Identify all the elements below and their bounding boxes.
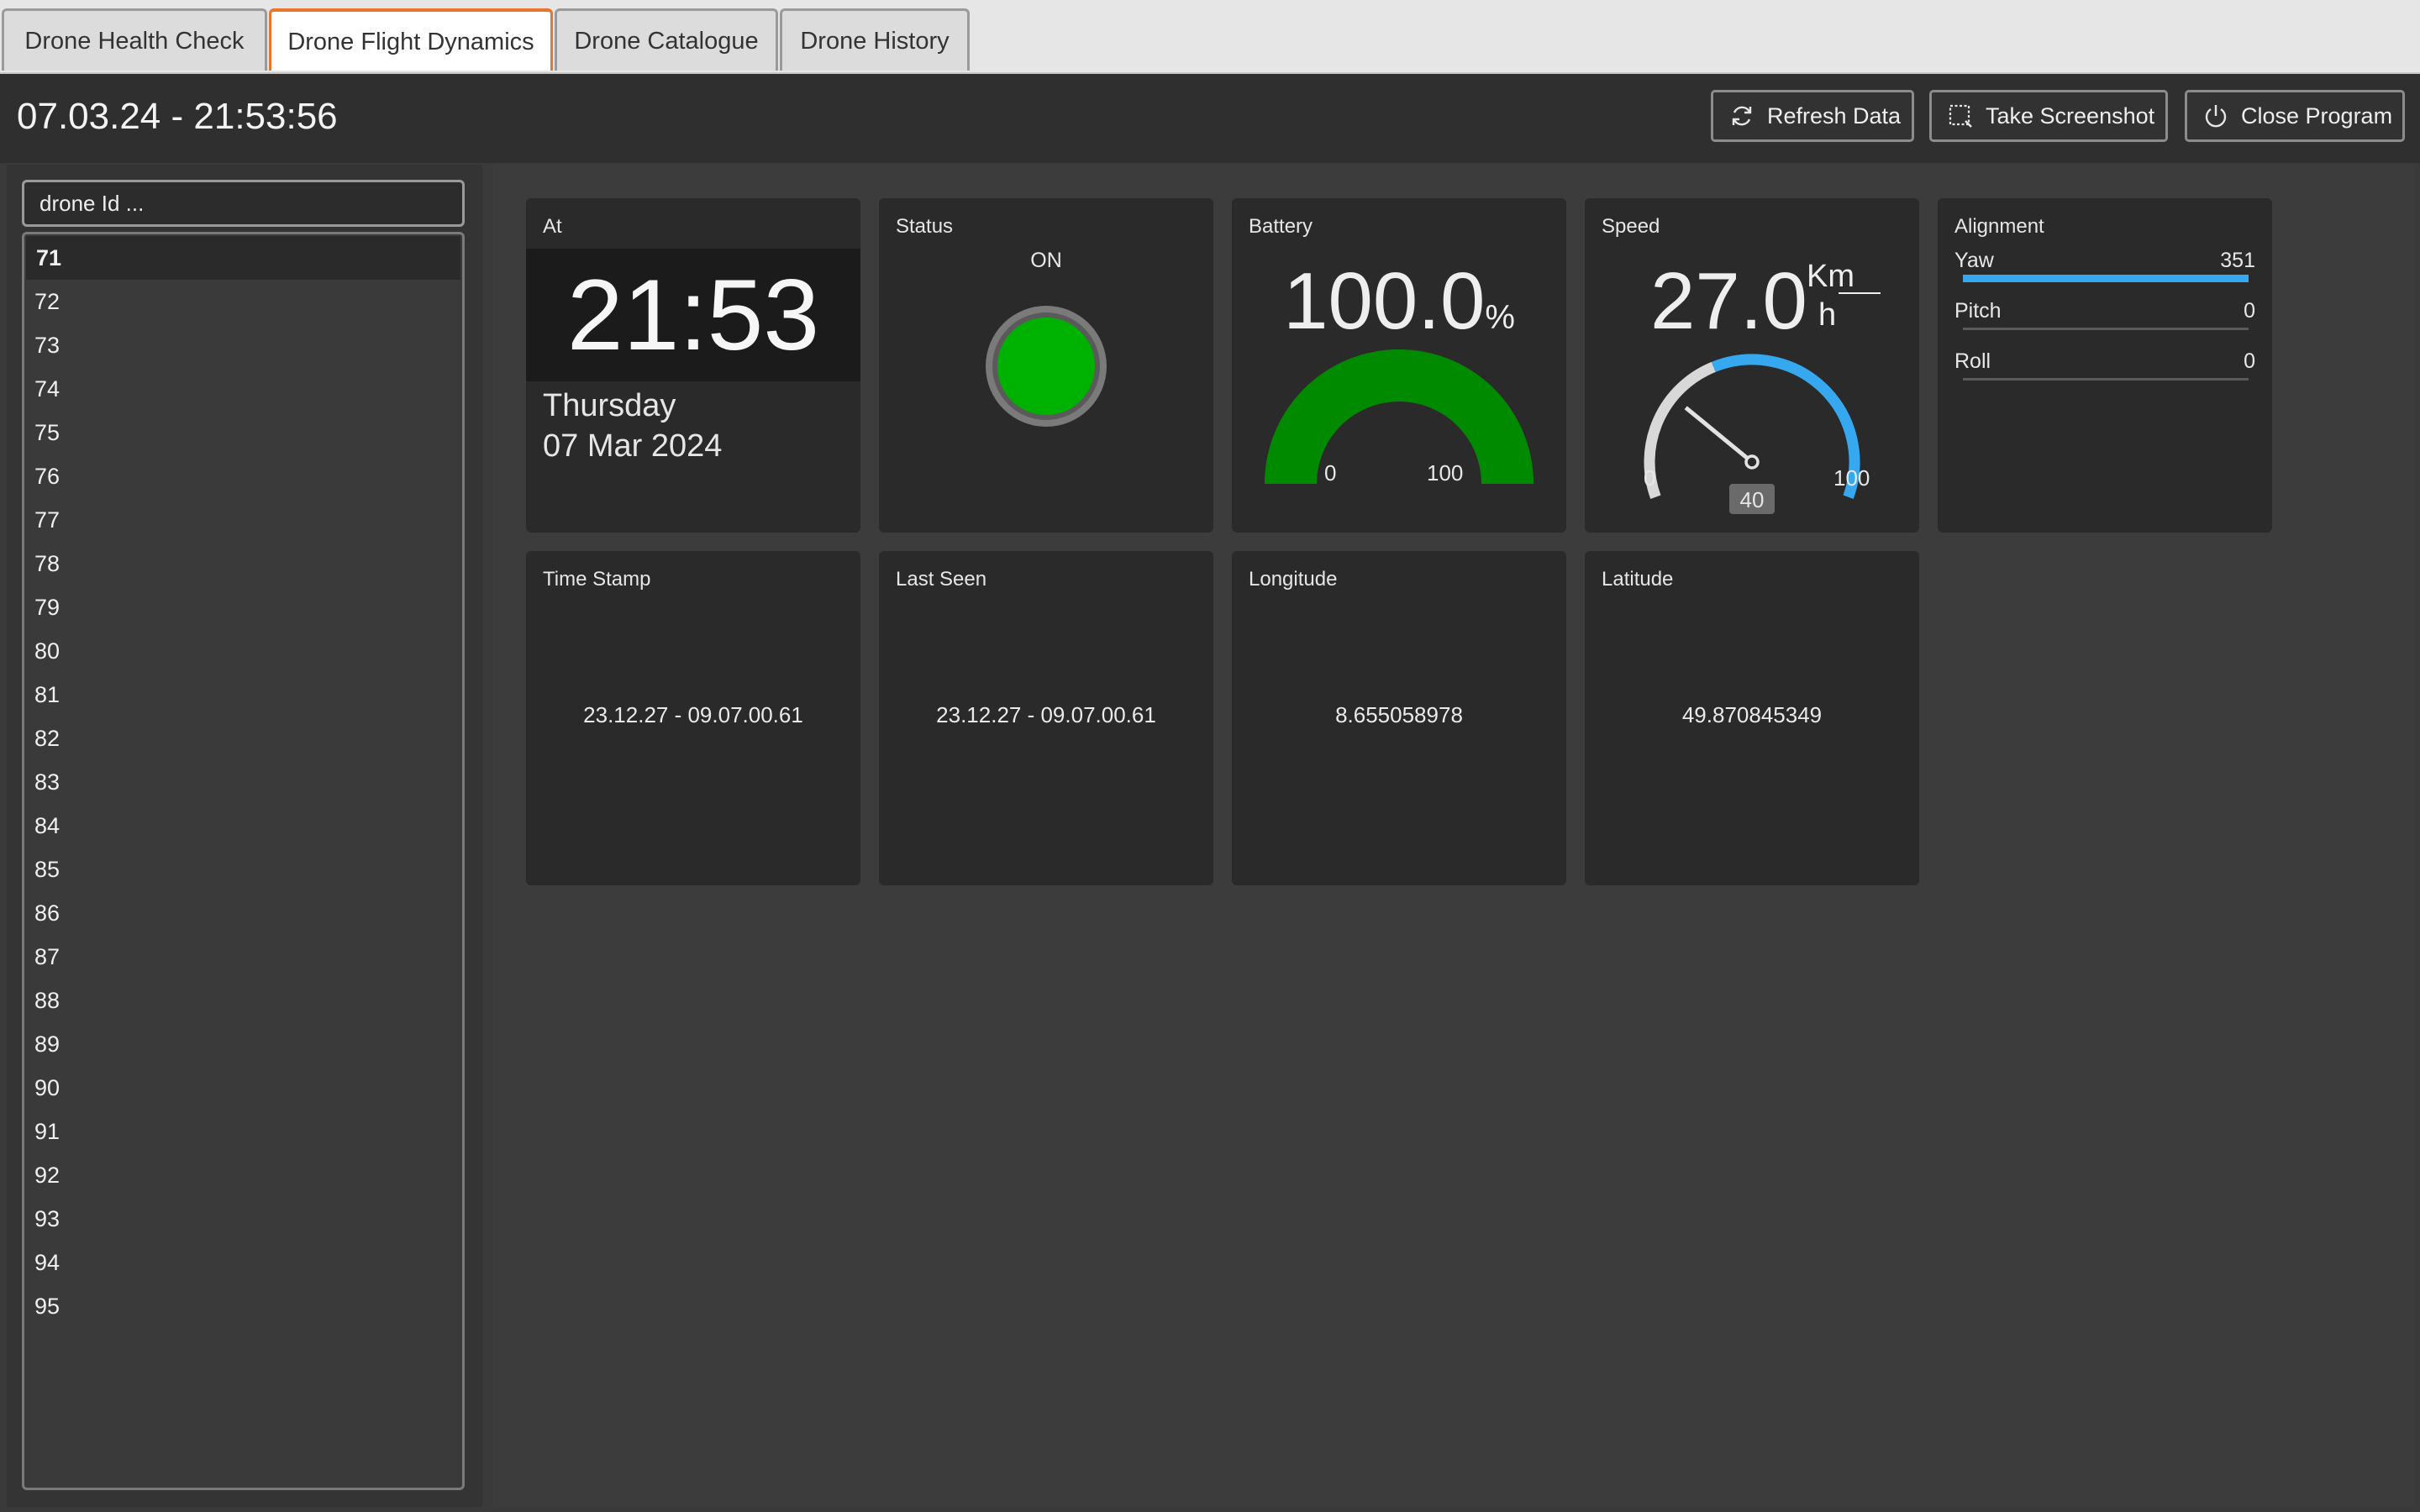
drone-list-item[interactable]: 78: [24, 542, 462, 585]
status-led-icon: [986, 306, 1107, 427]
longitude-value: 8.655058978: [1335, 702, 1463, 727]
drone-list-item[interactable]: 72: [24, 280, 462, 323]
pitch-label: Pitch: [1954, 299, 2002, 323]
timestamp-tile: Time Stamp 23.12.27 - 09.07.00.61: [526, 551, 860, 885]
tab-bar: Drone Health Check Drone Flight Dynamics…: [0, 0, 2420, 74]
drone-list-item[interactable]: 77: [24, 498, 462, 542]
take-screenshot-label: Take Screenshot: [1986, 103, 2155, 129]
status-value: ON: [1030, 249, 1062, 272]
drone-list-item[interactable]: 87: [24, 935, 462, 979]
drone-list-item[interactable]: 90: [24, 1066, 462, 1110]
refresh-icon: [1732, 106, 1752, 126]
yaw-bar-track: [1963, 275, 2249, 282]
pitch-bar-track: [1963, 328, 2249, 330]
speed-threshold-label: 40: [1739, 487, 1765, 512]
roll-value: 0: [2244, 349, 2255, 373]
tab-drone-catalogue[interactable]: Drone Catalogue: [555, 8, 778, 71]
at-tile: At 21:53 Thursday 07 Mar 2024: [526, 198, 860, 533]
drone-id-search-input[interactable]: drone Id ...: [22, 180, 465, 227]
timestamp-value: 23.12.27 - 09.07.00.61: [583, 702, 803, 727]
longitude-title: Longitude: [1249, 568, 1338, 591]
speed-min-label: 0: [1644, 465, 1656, 491]
roll-label: Roll: [1954, 349, 1991, 373]
refresh-data-label: Refresh Data: [1767, 103, 1902, 129]
battery-max-label: 100: [1427, 460, 1464, 486]
clock-time: 21:53: [566, 259, 820, 371]
refresh-data-button[interactable]: Refresh Data: [1711, 90, 1914, 142]
tab-drone-flight-dynamics[interactable]: Drone Flight Dynamics: [269, 8, 553, 71]
drone-list-panel: drone Id ... 71 72 73 74 75 76 77 78 79 80 81 82 83 8…: [7, 165, 482, 1507]
longitude-tile: Longitude 8.655058978: [1232, 551, 1566, 885]
drone-list-item[interactable]: 71: [26, 236, 460, 280]
yaw-value: 351: [2220, 249, 2255, 272]
latitude-title: Latitude: [1602, 568, 1674, 591]
last-seen-tile: Last Seen 23.12.27 - 09.07.00.61: [879, 551, 1213, 885]
flight-dynamics-dashboard: At 21:53 Thursday 07 Mar 2024 Status ON …: [492, 165, 2415, 1507]
speed-max-label: 100: [1833, 465, 1870, 491]
take-screenshot-button[interactable]: Take Screenshot: [1929, 90, 2168, 142]
drone-list-item[interactable]: 89: [24, 1022, 462, 1066]
roll-bar-track: [1963, 378, 2249, 381]
drone-list-item[interactable]: 85: [24, 848, 462, 891]
drone-list-item[interactable]: 93: [24, 1197, 462, 1241]
drone-list-item[interactable]: 81: [24, 673, 462, 717]
clock-day: Thursday: [543, 388, 676, 423]
drone-list-item[interactable]: 84: [24, 804, 462, 848]
yaw-label: Yaw: [1954, 249, 1994, 272]
drone-list-item[interactable]: 75: [24, 411, 462, 454]
power-icon: [2205, 105, 2227, 128]
drone-list-item[interactable]: 92: [24, 1153, 462, 1197]
drone-list-item[interactable]: 73: [24, 323, 462, 367]
alignment-title: Alignment: [1954, 215, 2044, 238]
clock-display: 21:53: [526, 249, 860, 381]
drone-list-item[interactable]: 80: [24, 629, 462, 673]
drone-list-item[interactable]: 88: [24, 979, 462, 1022]
screenshot-selection-icon: [1949, 104, 1972, 128]
current-datetime: 07.03.24 - 21:53:56: [17, 96, 338, 137]
drone-list-item[interactable]: 91: [24, 1110, 462, 1153]
last-seen-value: 23.12.27 - 09.07.00.61: [936, 702, 1156, 727]
clock-date: 07 Mar 2024: [543, 428, 723, 464]
drone-list-item[interactable]: 94: [24, 1241, 462, 1284]
drone-id-list[interactable]: 71 72 73 74 75 76 77 78 79 80 81 82 83 84 85 86 87 88 89 90…: [22, 232, 465, 1490]
status-tile: Status ON: [879, 198, 1213, 533]
latitude-tile: Latitude 49.870845349: [1585, 551, 1919, 885]
drone-list-item[interactable]: 79: [24, 585, 462, 629]
yaw-bar-fill: [1963, 275, 2249, 282]
tab-drone-history[interactable]: Drone History: [780, 8, 970, 71]
drone-list-item[interactable]: 86: [24, 891, 462, 935]
drone-list-item[interactable]: 95: [24, 1284, 462, 1328]
alignment-tile: Alignment Yaw 351 Pitch 0 Roll 0: [1938, 198, 2272, 533]
drone-list-item[interactable]: 74: [24, 367, 462, 411]
speed-tile: Speed 27.0 Km h 0 100 40: [1585, 198, 1919, 533]
status-title: Status: [896, 215, 954, 238]
last-seen-title: Last Seen: [896, 568, 987, 591]
close-program-label: Close Program: [2241, 103, 2393, 129]
battery-gauge: [1265, 349, 1534, 484]
close-program-button[interactable]: Close Program: [2185, 90, 2405, 142]
timestamp-title: Time Stamp: [543, 568, 651, 591]
drone-list-item[interactable]: 83: [24, 760, 462, 804]
drone-list-item[interactable]: 82: [24, 717, 462, 760]
tab-drone-health-check[interactable]: Drone Health Check: [2, 8, 267, 71]
pitch-value: 0: [2244, 299, 2255, 323]
drone-list-item[interactable]: 76: [24, 454, 462, 498]
at-title: At: [543, 215, 562, 238]
latitude-value: 49.870845349: [1681, 702, 1823, 727]
toolbar: 07.03.24 - 21:53:56 Refresh Data Take Sc…: [0, 74, 2420, 163]
battery-tile: Battery 100.0% 0 100: [1232, 198, 1566, 533]
battery-min-label: 0: [1324, 460, 1337, 486]
